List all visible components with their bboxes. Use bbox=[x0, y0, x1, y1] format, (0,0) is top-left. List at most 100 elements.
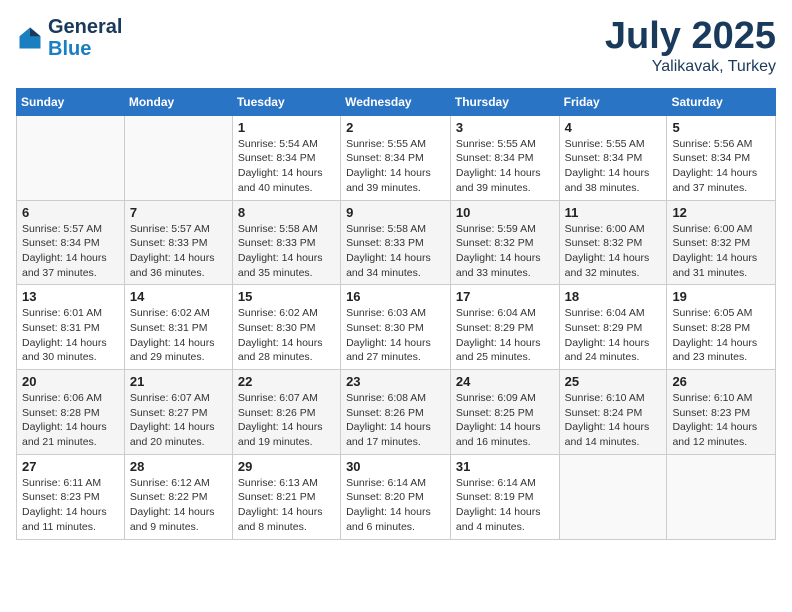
day-number: 6 bbox=[22, 205, 119, 220]
calendar-day-cell bbox=[17, 115, 125, 200]
calendar-day-cell: 18 Sunrise: 6:04 AMSunset: 8:29 PMDayligh… bbox=[559, 285, 667, 370]
day-number: 18 bbox=[565, 289, 662, 304]
day-number: 7 bbox=[130, 205, 227, 220]
calendar-day-cell: 17Sunrise: 6:04 AMSunset: 8:29 PMDayligh… bbox=[450, 285, 559, 370]
day-detail: Sunrise: 6:02 AMSunset: 8:31 PMDaylight:… bbox=[130, 306, 227, 365]
day-number: 26 bbox=[672, 374, 770, 389]
day-number: 15 bbox=[238, 289, 335, 304]
day-number: 11 bbox=[565, 205, 662, 220]
day-detail: Sunrise: 6:00 AMSunset: 8:32 PMDaylight:… bbox=[565, 222, 662, 281]
calendar-day-cell: 1 Sunrise: 5:54 AMSunset: 8:34 PMDaylight… bbox=[232, 115, 340, 200]
calendar-week-row: 1 Sunrise: 5:54 AMSunset: 8:34 PMDaylight… bbox=[17, 115, 776, 200]
day-detail: Sunrise: 6:07 AMSunset: 8:27 PMDaylight:… bbox=[130, 391, 227, 450]
day-detail: Sunrise: 5:57 AMSunset: 8:33 PMDaylight:… bbox=[130, 222, 227, 281]
calendar-day-cell: 28 Sunrise: 6:12 AMSunset: 8:22 PMDayligh… bbox=[124, 454, 232, 539]
calendar-day-cell: 29Sunrise: 6:13 AMSunset: 8:21 PMDayligh… bbox=[232, 454, 340, 539]
calendar-day-cell: 6 Sunrise: 5:57 AMSunset: 8:34 PMDaylight… bbox=[17, 200, 125, 285]
calendar-day-cell: 12Sunrise: 6:00 AMSunset: 8:32 PMDayligh… bbox=[667, 200, 776, 285]
day-detail: Sunrise: 5:57 AMSunset: 8:34 PMDaylight:… bbox=[22, 222, 119, 281]
day-number: 13 bbox=[22, 289, 119, 304]
calendar-day-cell: 20Sunrise: 6:06 AMSunset: 8:28 PMDayligh… bbox=[17, 370, 125, 455]
day-number: 22 bbox=[238, 374, 335, 389]
weekday-label: Tuesday bbox=[232, 88, 340, 115]
weekday-label: Wednesday bbox=[341, 88, 451, 115]
day-number: 16 bbox=[346, 289, 445, 304]
day-number: 5 bbox=[672, 120, 770, 135]
weekday-label: Sunday bbox=[17, 88, 125, 115]
calendar-day-cell: 8 Sunrise: 5:58 AMSunset: 8:33 PMDaylight… bbox=[232, 200, 340, 285]
calendar-day-cell: 15 Sunrise: 6:02 AMSunset: 8:30 PMDayligh… bbox=[232, 285, 340, 370]
calendar-day-cell: 7 Sunrise: 5:57 AMSunset: 8:33 PMDaylight… bbox=[124, 200, 232, 285]
logo: General Blue bbox=[16, 16, 122, 60]
calendar-day-cell: 3Sunrise: 5:55 AMSunset: 8:34 PMDaylight… bbox=[450, 115, 559, 200]
calendar-week-row: 20Sunrise: 6:06 AMSunset: 8:28 PMDayligh… bbox=[17, 370, 776, 455]
calendar-day-cell: 5 Sunrise: 5:56 AMSunset: 8:34 PMDaylight… bbox=[667, 115, 776, 200]
day-number: 17 bbox=[456, 289, 554, 304]
calendar-day-cell bbox=[667, 454, 776, 539]
calendar-day-cell: 25 Sunrise: 6:10 AMSunset: 8:24 PMDayligh… bbox=[559, 370, 667, 455]
day-number: 21 bbox=[130, 374, 227, 389]
calendar-body: 1 Sunrise: 5:54 AMSunset: 8:34 PMDaylight… bbox=[17, 115, 776, 539]
day-detail: Sunrise: 5:55 AMSunset: 8:34 PMDaylight:… bbox=[565, 137, 662, 196]
calendar-day-cell: 31Sunrise: 6:14 AMSunset: 8:19 PMDayligh… bbox=[450, 454, 559, 539]
day-detail: Sunrise: 6:10 AMSunset: 8:24 PMDaylight:… bbox=[565, 391, 662, 450]
month-title: July 2025 bbox=[605, 16, 776, 58]
weekday-label: Saturday bbox=[667, 88, 776, 115]
day-number: 30 bbox=[346, 459, 445, 474]
calendar-table: SundayMondayTuesdayWednesdayThursdayFrid… bbox=[16, 88, 776, 540]
calendar-week-row: 27Sunrise: 6:11 AMSunset: 8:23 PMDayligh… bbox=[17, 454, 776, 539]
calendar-day-cell: 19Sunrise: 6:05 AMSunset: 8:28 PMDayligh… bbox=[667, 285, 776, 370]
calendar-day-cell: 10Sunrise: 5:59 AMSunset: 8:32 PMDayligh… bbox=[450, 200, 559, 285]
day-detail: Sunrise: 5:58 AMSunset: 8:33 PMDaylight:… bbox=[346, 222, 445, 281]
weekday-label: Friday bbox=[559, 88, 667, 115]
day-detail: Sunrise: 6:04 AMSunset: 8:29 PMDaylight:… bbox=[565, 306, 662, 365]
day-detail: Sunrise: 6:14 AMSunset: 8:20 PMDaylight:… bbox=[346, 476, 445, 535]
weekday-label: Monday bbox=[124, 88, 232, 115]
day-number: 20 bbox=[22, 374, 119, 389]
calendar-week-row: 13 Sunrise: 6:01 AMSunset: 8:31 PMDayligh… bbox=[17, 285, 776, 370]
calendar-day-cell: 22 Sunrise: 6:07 AMSunset: 8:26 PMDayligh… bbox=[232, 370, 340, 455]
calendar-day-cell: 26 Sunrise: 6:10 AMSunset: 8:23 PMDayligh… bbox=[667, 370, 776, 455]
logo-icon bbox=[16, 24, 44, 52]
calendar-day-cell bbox=[559, 454, 667, 539]
calendar-day-cell: 14 Sunrise: 6:02 AMSunset: 8:31 PMDayligh… bbox=[124, 285, 232, 370]
day-detail: Sunrise: 6:12 AMSunset: 8:22 PMDaylight:… bbox=[130, 476, 227, 535]
calendar-day-cell: 24Sunrise: 6:09 AMSunset: 8:25 PMDayligh… bbox=[450, 370, 559, 455]
day-detail: Sunrise: 5:58 AMSunset: 8:33 PMDaylight:… bbox=[238, 222, 335, 281]
calendar-day-cell: 21 Sunrise: 6:07 AMSunset: 8:27 PMDayligh… bbox=[124, 370, 232, 455]
day-number: 25 bbox=[565, 374, 662, 389]
day-number: 28 bbox=[130, 459, 227, 474]
calendar-day-cell bbox=[124, 115, 232, 200]
weekday-label: Thursday bbox=[450, 88, 559, 115]
day-detail: Sunrise: 6:05 AMSunset: 8:28 PMDaylight:… bbox=[672, 306, 770, 365]
day-detail: Sunrise: 6:02 AMSunset: 8:30 PMDaylight:… bbox=[238, 306, 335, 365]
location-title: Yalikavak, Turkey bbox=[605, 58, 776, 76]
day-detail: Sunrise: 6:10 AMSunset: 8:23 PMDaylight:… bbox=[672, 391, 770, 450]
day-number: 31 bbox=[456, 459, 554, 474]
day-detail: Sunrise: 5:54 AMSunset: 8:34 PMDaylight:… bbox=[238, 137, 335, 196]
day-number: 14 bbox=[130, 289, 227, 304]
page-header: General Blue July 2025 Yalikavak, Turkey bbox=[16, 16, 776, 76]
day-number: 10 bbox=[456, 205, 554, 220]
weekday-header-row: SundayMondayTuesdayWednesdayThursdayFrid… bbox=[17, 88, 776, 115]
day-detail: Sunrise: 5:56 AMSunset: 8:34 PMDaylight:… bbox=[672, 137, 770, 196]
day-number: 4 bbox=[565, 120, 662, 135]
day-number: 1 bbox=[238, 120, 335, 135]
day-number: 23 bbox=[346, 374, 445, 389]
day-detail: Sunrise: 6:07 AMSunset: 8:26 PMDaylight:… bbox=[238, 391, 335, 450]
calendar-day-cell: 9 Sunrise: 5:58 AMSunset: 8:33 PMDaylight… bbox=[341, 200, 451, 285]
day-number: 8 bbox=[238, 205, 335, 220]
day-number: 2 bbox=[346, 120, 445, 135]
day-detail: Sunrise: 6:11 AMSunset: 8:23 PMDaylight:… bbox=[22, 476, 119, 535]
calendar-day-cell: 16 Sunrise: 6:03 AMSunset: 8:30 PMDayligh… bbox=[341, 285, 451, 370]
calendar-day-cell: 2Sunrise: 5:55 AMSunset: 8:34 PMDaylight… bbox=[341, 115, 451, 200]
day-number: 29 bbox=[238, 459, 335, 474]
day-detail: Sunrise: 6:01 AMSunset: 8:31 PMDaylight:… bbox=[22, 306, 119, 365]
day-number: 3 bbox=[456, 120, 554, 135]
day-detail: Sunrise: 6:03 AMSunset: 8:30 PMDaylight:… bbox=[346, 306, 445, 365]
title-block: July 2025 Yalikavak, Turkey bbox=[605, 16, 776, 76]
day-number: 9 bbox=[346, 205, 445, 220]
calendar-day-cell: 13 Sunrise: 6:01 AMSunset: 8:31 PMDayligh… bbox=[17, 285, 125, 370]
calendar-day-cell: 11 Sunrise: 6:00 AMSunset: 8:32 PMDayligh… bbox=[559, 200, 667, 285]
day-detail: Sunrise: 6:00 AMSunset: 8:32 PMDaylight:… bbox=[672, 222, 770, 281]
